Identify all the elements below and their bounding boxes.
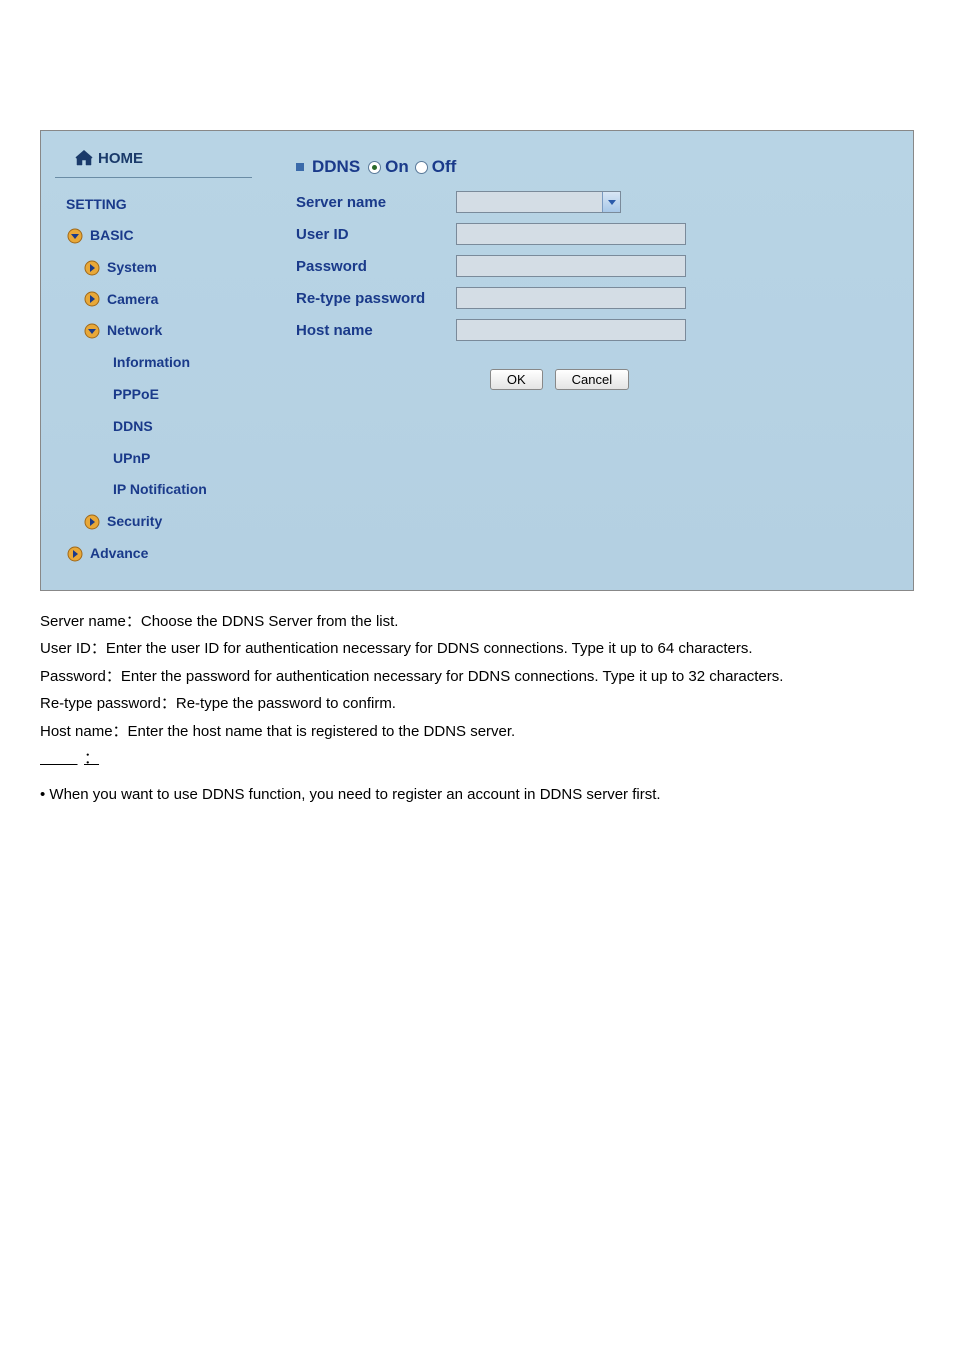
nav-label: Advance — [90, 542, 148, 566]
retype-password-input[interactable] — [456, 287, 686, 309]
nav-label: PPPoE — [113, 383, 159, 407]
nav-network[interactable]: Network — [41, 315, 266, 347]
desc-retype: Re-type password：Re-type the password to… — [40, 691, 914, 717]
nav-label: Camera — [107, 288, 158, 312]
desc-host-name: Host name：Enter the host name that is re… — [40, 719, 914, 745]
desc-blank-line: ： — [40, 746, 914, 772]
radio-on-label: On — [385, 157, 409, 177]
chevron-right-icon — [83, 291, 101, 307]
nav-label: BASIC — [90, 224, 134, 248]
content-area: DDNS On Off Server name — [266, 131, 913, 590]
cancel-button[interactable]: Cancel — [555, 369, 629, 390]
nav-system[interactable]: System — [41, 252, 266, 284]
nav-ddns[interactable]: DDNS — [41, 411, 266, 443]
radio-off-label: Off — [432, 157, 457, 177]
nav-label: UPnP — [113, 447, 150, 471]
description-text: Server name：Choose the DDNS Server from … — [40, 609, 914, 808]
retype-password-label: Re-type password — [296, 290, 456, 307]
field-retype-password: Re-type password — [296, 287, 883, 309]
chevron-down-icon — [83, 323, 101, 339]
chevron-right-icon — [83, 514, 101, 530]
nav-camera[interactable]: Camera — [41, 284, 266, 316]
server-name-label: Server name — [296, 194, 456, 211]
setting-header: SETTING — [41, 192, 266, 220]
chevron-right-icon — [83, 260, 101, 276]
radio-unselected-icon — [415, 161, 428, 174]
chevron-down-icon — [66, 228, 84, 244]
chevron-right-icon — [66, 546, 84, 562]
field-server-name: Server name — [296, 191, 883, 213]
desc-note: • When you want to use DDNS function, yo… — [40, 782, 914, 808]
sidebar: HOME SETTING BASIC System Camera — [41, 131, 266, 590]
chevron-down-icon — [602, 192, 620, 212]
desc-server-name: Server name：Choose the DDNS Server from … — [40, 609, 914, 635]
field-password: Password — [296, 255, 883, 277]
ok-button[interactable]: OK — [490, 369, 543, 390]
nav-security[interactable]: Security — [41, 506, 266, 538]
nav-pppoe[interactable]: PPPoE — [41, 379, 266, 411]
settings-panel: HOME SETTING BASIC System Camera — [40, 130, 914, 591]
section-title: DDNS — [312, 157, 360, 177]
home-icon — [75, 149, 93, 167]
desc-user-id: User ID：Enter the user ID for authentica… — [40, 636, 914, 662]
nav-label: Information — [113, 351, 190, 375]
radio-selected-icon — [368, 161, 381, 174]
nav-ip-notification[interactable]: IP Notification — [41, 474, 266, 506]
host-name-input[interactable] — [456, 319, 686, 341]
password-label: Password — [296, 258, 456, 275]
home-link[interactable]: HOME — [55, 145, 252, 178]
radio-off[interactable]: Off — [415, 157, 457, 177]
ddns-header: DDNS On Off — [296, 157, 883, 177]
nav-label: IP Notification — [113, 478, 207, 502]
home-label: HOME — [98, 150, 143, 167]
field-user-id: User ID — [296, 223, 883, 245]
nav-label: Network — [107, 319, 162, 343]
nav-information[interactable]: Information — [41, 347, 266, 379]
server-name-select[interactable] — [456, 191, 621, 213]
radio-on[interactable]: On — [368, 157, 409, 177]
nav-label: System — [107, 256, 157, 280]
square-bullet-icon — [296, 163, 304, 171]
user-id-input[interactable] — [456, 223, 686, 245]
user-id-label: User ID — [296, 226, 456, 243]
button-row: OK Cancel — [236, 369, 883, 390]
host-name-label: Host name — [296, 322, 456, 339]
field-host-name: Host name — [296, 319, 883, 341]
desc-password: Password：Enter the password for authenti… — [40, 664, 914, 690]
nav-advance[interactable]: Advance — [41, 538, 266, 570]
nav-basic[interactable]: BASIC — [41, 220, 266, 252]
nav-label: DDNS — [113, 415, 153, 439]
nav-upnp[interactable]: UPnP — [41, 443, 266, 475]
password-input[interactable] — [456, 255, 686, 277]
nav-label: Security — [107, 510, 162, 534]
